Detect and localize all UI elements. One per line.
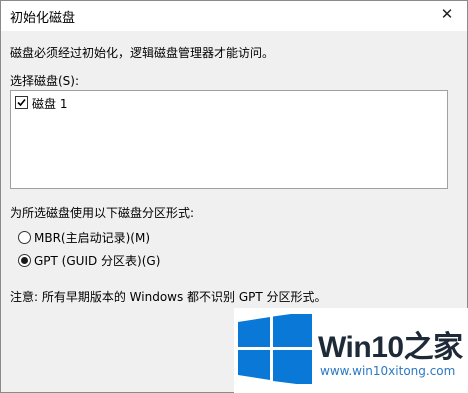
- disk-list[interactable]: 磁盘 1: [10, 90, 448, 189]
- gpt-radio[interactable]: [18, 254, 31, 267]
- description-text: 磁盘必须经过初始化，逻辑磁盘管理器才能访问。: [10, 46, 275, 60]
- disk-1-label: 磁盘 1: [32, 97, 68, 111]
- mbr-label: MBR(主启动记录)(M): [34, 231, 151, 245]
- dialog-title: 初始化磁盘: [10, 11, 76, 26]
- radio-selected-dot: [21, 257, 28, 264]
- title-bar[interactable]: 初始化磁盘 ✕: [1, 1, 467, 31]
- partition-style-label: 为所选磁盘使用以下磁盘分区形式:: [10, 206, 195, 220]
- watermark: Win10之家 www.win10xitong.com: [234, 308, 468, 393]
- watermark-brand: Win10之家: [318, 331, 463, 364]
- checkmark-icon: [17, 98, 26, 107]
- select-disk-label: 选择磁盘(S):: [10, 74, 80, 88]
- close-icon[interactable]: ✕: [438, 5, 456, 23]
- mbr-radio[interactable]: [18, 231, 31, 244]
- note-text: 注意: 所有早期版本的 Windows 都不识别 GPT 分区形式。: [10, 290, 327, 304]
- gpt-label: GPT (GUID 分区表)(G): [34, 254, 161, 268]
- windows-logo-icon: [238, 314, 312, 384]
- disk-1-checkbox[interactable]: [15, 96, 28, 109]
- watermark-url: www.win10xitong.com: [320, 364, 456, 378]
